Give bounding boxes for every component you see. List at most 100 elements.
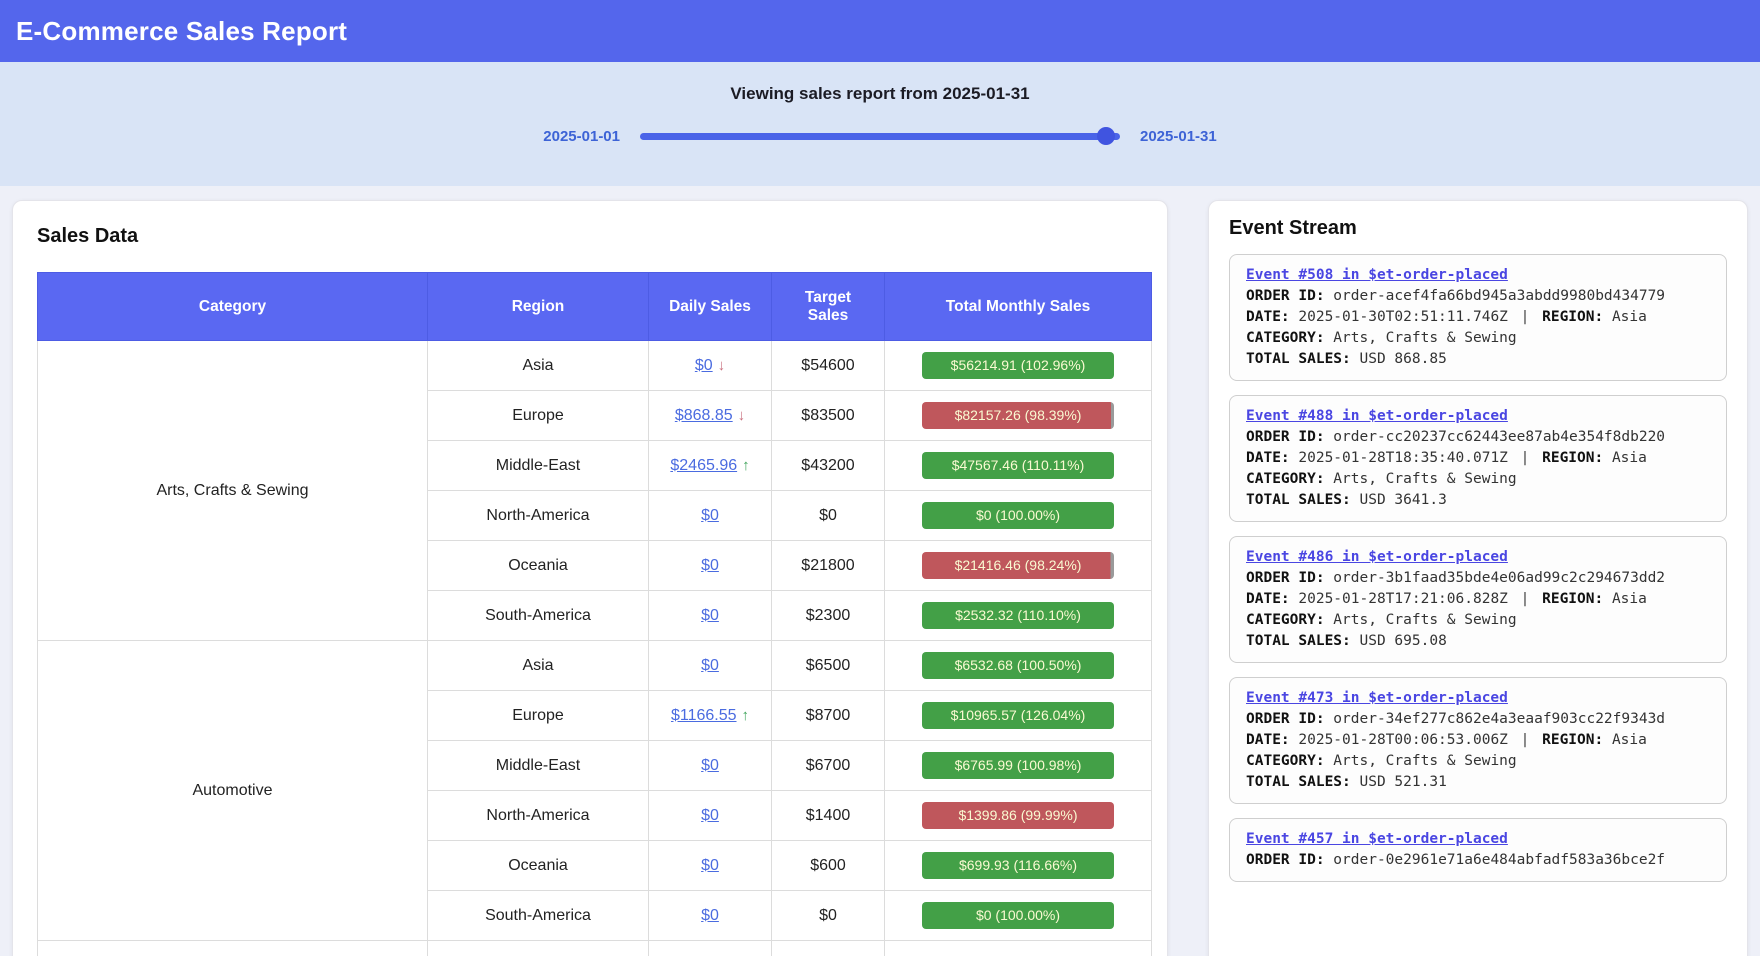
event-date-region-line: DATE: 2025-01-28T00:06:53.006Z | REGION:… (1246, 730, 1710, 751)
total-monthly-sales-cell: $699.93 (116.66%) (885, 841, 1152, 891)
event-order-id-line: ORDER ID: order-34ef277c862e4a3eaaf903cc… (1246, 709, 1710, 730)
region-cell: Oceania (428, 841, 649, 891)
event-link[interactable]: Event #457 in $et-order-placed (1246, 831, 1508, 847)
daily-sales-link[interactable]: $0 (701, 857, 719, 874)
daily-sales-link[interactable]: $0 (701, 607, 719, 624)
event-card: Event #488 in $et-order-placedORDER ID: … (1229, 395, 1727, 522)
date-label: DATE: (1246, 450, 1290, 466)
total-monthly-sales-cell: $0 (100.00%) (885, 891, 1152, 941)
trend-up-icon: ↑ (742, 707, 750, 724)
column-header-total-monthly-sales: Total Monthly Sales (885, 273, 1152, 341)
target-sales-cell: $0 (772, 891, 885, 941)
daily-sales-link[interactable]: $0 (701, 907, 719, 924)
event-order-id-line: ORDER ID: order-3b1faad35bde4e06ad99c2c2… (1246, 568, 1710, 589)
daily-sales-cell: $868.85↓ (649, 391, 772, 441)
event-link[interactable]: Event #508 in $et-order-placed (1246, 267, 1508, 283)
separator: | (1517, 732, 1534, 748)
event-date-region-line: DATE: 2025-01-28T18:35:40.071Z | REGION:… (1246, 448, 1710, 469)
empty-cell (772, 941, 885, 956)
event-date-region-line: DATE: 2025-01-28T17:21:06.828Z | REGION:… (1246, 589, 1710, 610)
sales-table-header-row: CategoryRegionDaily SalesTarget SalesTot… (38, 273, 1152, 341)
total-monthly-sales-cell: $6765.99 (100.98%) (885, 741, 1152, 791)
region-cell: South-America (428, 591, 649, 641)
region-cell: Europe (428, 691, 649, 741)
event-link[interactable]: Event #488 in $et-order-placed (1246, 408, 1508, 424)
event-total-line: TOTAL SALES: USD 868.85 (1246, 349, 1710, 370)
daily-sales-cell: $0 (649, 841, 772, 891)
sales-table-row-partial (38, 941, 1152, 956)
daily-sales-cell: $0 (649, 791, 772, 841)
event-order-id-line: ORDER ID: order-0e2961e71a6e484abfadf583… (1246, 850, 1710, 871)
order-id-label: ORDER ID: (1246, 570, 1325, 586)
target-sales-cell: $21800 (772, 541, 885, 591)
column-header-target-sales: Target Sales (772, 273, 885, 341)
total-monthly-sales-cell: $10965.57 (126.04%) (885, 691, 1152, 741)
daily-sales-link[interactable]: $0 (701, 807, 719, 824)
target-sales-cell: $8700 (772, 691, 885, 741)
total-sales-label: TOTAL SALES: (1246, 351, 1351, 367)
category-cell: Automotive (38, 641, 428, 941)
event-link[interactable]: Event #473 in $et-order-placed (1246, 690, 1508, 706)
empty-cell (38, 941, 428, 956)
event-total-line: TOTAL SALES: USD 521.31 (1246, 772, 1710, 793)
slider-thumb[interactable] (1097, 127, 1115, 145)
region-cell: Asia (428, 341, 649, 391)
category-label: CATEGORY: (1246, 612, 1325, 628)
category-cell: Arts, Crafts & Sewing (38, 341, 428, 641)
event-category-line: CATEGORY: Arts, Crafts & Sewing (1246, 469, 1710, 490)
sales-panel: Sales Data CategoryRegionDaily SalesTarg… (12, 200, 1168, 956)
total-sales-badge: $6532.68 (100.50%) (922, 652, 1114, 679)
event-link[interactable]: Event #486 in $et-order-placed (1246, 549, 1508, 565)
event-order-id-line: ORDER ID: order-acef4fa66bd945a3abdd9980… (1246, 286, 1710, 307)
daily-sales-cell: $0 (649, 591, 772, 641)
target-sales-cell: $6700 (772, 741, 885, 791)
event-stream-panel: Event Stream Event #508 in $et-order-pla… (1208, 200, 1748, 956)
target-sales-cell: $0 (772, 491, 885, 541)
slider-track[interactable] (640, 133, 1120, 140)
total-sales-badge: $1399.86 (99.99%) (922, 802, 1114, 829)
target-sales-cell: $600 (772, 841, 885, 891)
sales-table-row: AutomotiveAsia$0$6500$6532.68 (100.50%) (38, 641, 1152, 691)
main-content: Sales Data CategoryRegionDaily SalesTarg… (0, 186, 1760, 956)
category-label: CATEGORY: (1246, 330, 1325, 346)
target-sales-cell: $1400 (772, 791, 885, 841)
date-filter-band: Viewing sales report from 2025-01-31 202… (0, 62, 1760, 186)
total-sales-label: TOTAL SALES: (1246, 633, 1351, 649)
category-label: CATEGORY: (1246, 753, 1325, 769)
event-category-line: CATEGORY: Arts, Crafts & Sewing (1246, 610, 1710, 631)
daily-sales-link[interactable]: $1166.55 (671, 707, 737, 724)
order-id-label: ORDER ID: (1246, 852, 1325, 868)
total-sales-badge: $0 (100.00%) (922, 502, 1114, 529)
trend-down-icon: ↓ (718, 357, 726, 374)
total-monthly-sales-cell: $21416.46 (98.24%) (885, 541, 1152, 591)
total-monthly-sales-cell: $0 (100.00%) (885, 491, 1152, 541)
daily-sales-link[interactable]: $2465.96 (670, 457, 737, 474)
daily-sales-link[interactable]: $0 (701, 657, 719, 674)
date-range-slider[interactable] (640, 126, 1120, 146)
daily-sales-link[interactable]: $0 (701, 507, 719, 524)
total-monthly-sales-cell: $1399.86 (99.99%) (885, 791, 1152, 841)
total-sales-badge: $82157.26 (98.39%) (922, 402, 1114, 429)
order-id-label: ORDER ID: (1246, 711, 1325, 727)
total-monthly-sales-cell: $2532.32 (110.10%) (885, 591, 1152, 641)
total-monthly-sales-cell: $47567.46 (110.11%) (885, 441, 1152, 491)
event-stream-title: Event Stream (1229, 217, 1727, 240)
daily-sales-link[interactable]: $0 (701, 757, 719, 774)
daily-sales-link[interactable]: $0 (701, 557, 719, 574)
total-sales-badge: $47567.46 (110.11%) (922, 452, 1114, 479)
daily-sales-link[interactable]: $0 (695, 357, 713, 374)
event-link-line: Event #473 in $et-order-placed (1246, 688, 1710, 709)
total-sales-badge: $699.93 (116.66%) (922, 852, 1114, 879)
total-sales-badge: $10965.57 (126.04%) (922, 702, 1114, 729)
event-category-line: CATEGORY: Arts, Crafts & Sewing (1246, 328, 1710, 349)
column-header-region: Region (428, 273, 649, 341)
total-sales-badge: $2532.32 (110.10%) (922, 602, 1114, 629)
sales-table: CategoryRegionDaily SalesTarget SalesTot… (37, 272, 1152, 956)
trend-up-icon: ↑ (742, 457, 750, 474)
total-monthly-sales-cell: $6532.68 (100.50%) (885, 641, 1152, 691)
category-label: CATEGORY: (1246, 471, 1325, 487)
daily-sales-cell: $0 (649, 641, 772, 691)
daily-sales-link[interactable]: $868.85 (675, 407, 733, 424)
date-filter-title: Viewing sales report from 2025-01-31 (0, 84, 1760, 104)
separator: | (1517, 591, 1534, 607)
